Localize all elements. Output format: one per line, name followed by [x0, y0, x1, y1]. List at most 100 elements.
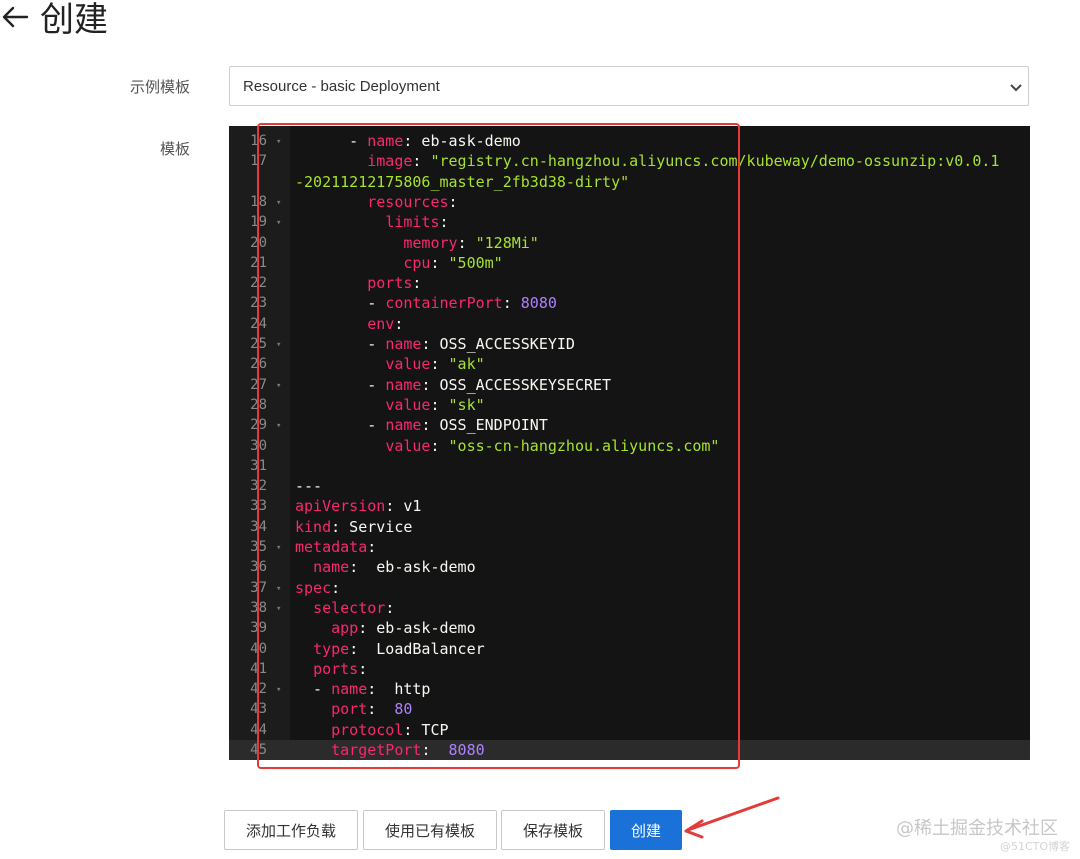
- code-line: 26 value: "ak": [250, 354, 1030, 374]
- fold-toggle-icon[interactable]: ▾: [276, 193, 286, 213]
- line-number: 28: [250, 396, 267, 413]
- line-number: 40: [250, 640, 267, 657]
- template-example-value: Resource - basic Deployment: [243, 78, 440, 95]
- code-line: 22 ports:: [250, 273, 1030, 293]
- code-line: 32 ---: [250, 476, 1030, 496]
- code-line: 29 ▾ - name: OSS_ENDPOINT: [250, 415, 1030, 435]
- code-line: 43 port: 80: [250, 699, 1030, 719]
- template-example-select[interactable]: Resource - basic Deployment: [229, 66, 1029, 106]
- code-line: -20211212175806_master_2fb3d38-dirty": [290, 172, 1030, 192]
- fold-toggle-icon[interactable]: ▾: [276, 538, 286, 558]
- code-line: 34 kind: Service: [250, 517, 1030, 537]
- fold-toggle-icon[interactable]: ▾: [276, 213, 286, 233]
- code-text: ports:: [313, 659, 368, 678]
- code-text: type: LoadBalancer: [313, 639, 485, 658]
- line-number: 37: [250, 579, 267, 596]
- fold-toggle-icon[interactable]: ▾: [276, 132, 286, 152]
- code-line: 28 value: "sk": [250, 395, 1030, 415]
- chevron-down-icon: [1008, 79, 1024, 95]
- code-text: value: "ak": [385, 355, 485, 374]
- code-text: - name: OSS_ACCESSKEYSECRET: [295, 375, 612, 394]
- line-number: 16: [250, 133, 267, 149]
- code-text: value: "oss-cn-hangzhou.aliyuncs.com": [385, 436, 720, 455]
- code-line: 36 name: eb-ask-demo: [250, 557, 1030, 577]
- fold-toggle-icon[interactable]: ▾: [276, 335, 286, 355]
- code-text: -20211212175806_master_2fb3d38-dirty": [295, 172, 630, 191]
- line-number: 36: [250, 559, 267, 576]
- add-workload-button[interactable]: 添加工作负载: [224, 810, 358, 850]
- code-text: ports:: [367, 274, 422, 293]
- watermark-sub: @51CTO博客: [1000, 840, 1071, 853]
- code-line: 45 targetPort: 8080: [229, 740, 1030, 760]
- line-number: 43: [250, 701, 267, 718]
- save-template-button[interactable]: 保存模板: [501, 810, 605, 850]
- back-arrow-icon[interactable]: [0, 2, 30, 32]
- line-number: 29: [250, 417, 267, 434]
- fold-toggle-icon[interactable]: ▾: [276, 579, 286, 599]
- code-text: resources:: [367, 192, 458, 211]
- code-line: 16 ▾ - name: eb-ask-demo: [250, 131, 1030, 151]
- create-button[interactable]: 创建: [610, 810, 682, 850]
- line-number: 38: [250, 599, 267, 616]
- line-number: 23: [250, 295, 267, 312]
- code-text: cpu: "500m": [403, 253, 503, 272]
- code-line: 31: [250, 456, 1030, 476]
- code-text: - name: http: [295, 680, 431, 699]
- code-line: 37 ▾ spec:: [250, 578, 1030, 598]
- line-number: 44: [250, 721, 267, 738]
- line-number: 45: [250, 742, 267, 758]
- code-line: 23 - containerPort: 8080: [250, 293, 1030, 313]
- line-number: 31: [250, 457, 267, 474]
- code-text: env:: [367, 314, 404, 333]
- line-number: 33: [250, 498, 267, 515]
- line-number: 17: [250, 153, 267, 170]
- code-text: selector:: [313, 598, 395, 617]
- code-area[interactable]: 16 ▾ - name: eb-ask-demo 17 image: "regist…: [229, 126, 1030, 760]
- code-line: 38 ▾ selector:: [250, 598, 1030, 618]
- code-line: 41 ports:: [250, 659, 1030, 679]
- watermark: @稀土掘金技术社区: [896, 818, 1058, 839]
- code-line: 30 value: "oss-cn-hangzhou.aliyuncs.com": [250, 436, 1030, 456]
- code-text: name: eb-ask-demo: [313, 558, 476, 577]
- line-number: 27: [250, 376, 267, 393]
- code-text: apiVersion: v1: [295, 497, 422, 516]
- line-number: 25: [250, 336, 267, 352]
- code-line: 21 cpu: "500m": [250, 253, 1030, 273]
- line-number: 42: [250, 681, 267, 698]
- code-text: value: "sk": [385, 395, 485, 414]
- code-text: limits:: [385, 213, 449, 232]
- line-number: 30: [250, 437, 267, 454]
- line-number: 34: [250, 518, 267, 535]
- code-text: kind: Service: [295, 517, 413, 536]
- code-line: 18 ▾ resources:: [250, 192, 1030, 212]
- code-text: - name: eb-ask-demo: [295, 132, 521, 150]
- code-text: - containerPort: 8080: [295, 294, 557, 313]
- code-text: port: 80: [331, 700, 413, 719]
- code-line: 27 ▾ - name: OSS_ACCESSKEYSECRET: [250, 375, 1030, 395]
- line-number: 32: [250, 478, 267, 495]
- line-number: 35: [250, 539, 267, 555]
- yaml-code-editor[interactable]: 16 ▾ - name: eb-ask-demo 17 image: "regist…: [229, 126, 1030, 760]
- code-line: 40 type: LoadBalancer: [250, 639, 1030, 659]
- use-existing-template-button[interactable]: 使用已有模板: [363, 810, 497, 850]
- code-text: - name: OSS_ENDPOINT: [295, 416, 548, 435]
- code-line: 24 env:: [250, 314, 1030, 334]
- code-text: app: eb-ask-demo: [331, 619, 476, 638]
- code-text: memory: "128Mi": [403, 233, 539, 252]
- code-line: 33 apiVersion: v1: [250, 496, 1030, 516]
- line-number: 18: [250, 193, 267, 210]
- fold-toggle-icon[interactable]: ▾: [276, 376, 286, 396]
- fold-toggle-icon[interactable]: ▾: [276, 680, 286, 700]
- fold-toggle-icon[interactable]: ▾: [276, 416, 286, 436]
- template-label: 模板: [159, 140, 190, 158]
- page-header: 创建: [0, 0, 400, 46]
- code-text: protocol: TCP: [331, 720, 449, 739]
- code-line: 39 app: eb-ask-demo: [250, 618, 1030, 638]
- line-number: 19: [250, 214, 267, 231]
- annotation-arrow-icon: [684, 796, 780, 839]
- code-line: 44 protocol: TCP: [250, 720, 1030, 740]
- code-text: ---: [295, 477, 323, 496]
- fold-toggle-icon[interactable]: ▾: [276, 599, 286, 619]
- code-line: 17 image: "registry.cn-hangzhou.aliyuncs…: [250, 151, 1030, 171]
- code-text: image: "registry.cn-hangzhou.aliyuncs.co…: [367, 152, 1000, 171]
